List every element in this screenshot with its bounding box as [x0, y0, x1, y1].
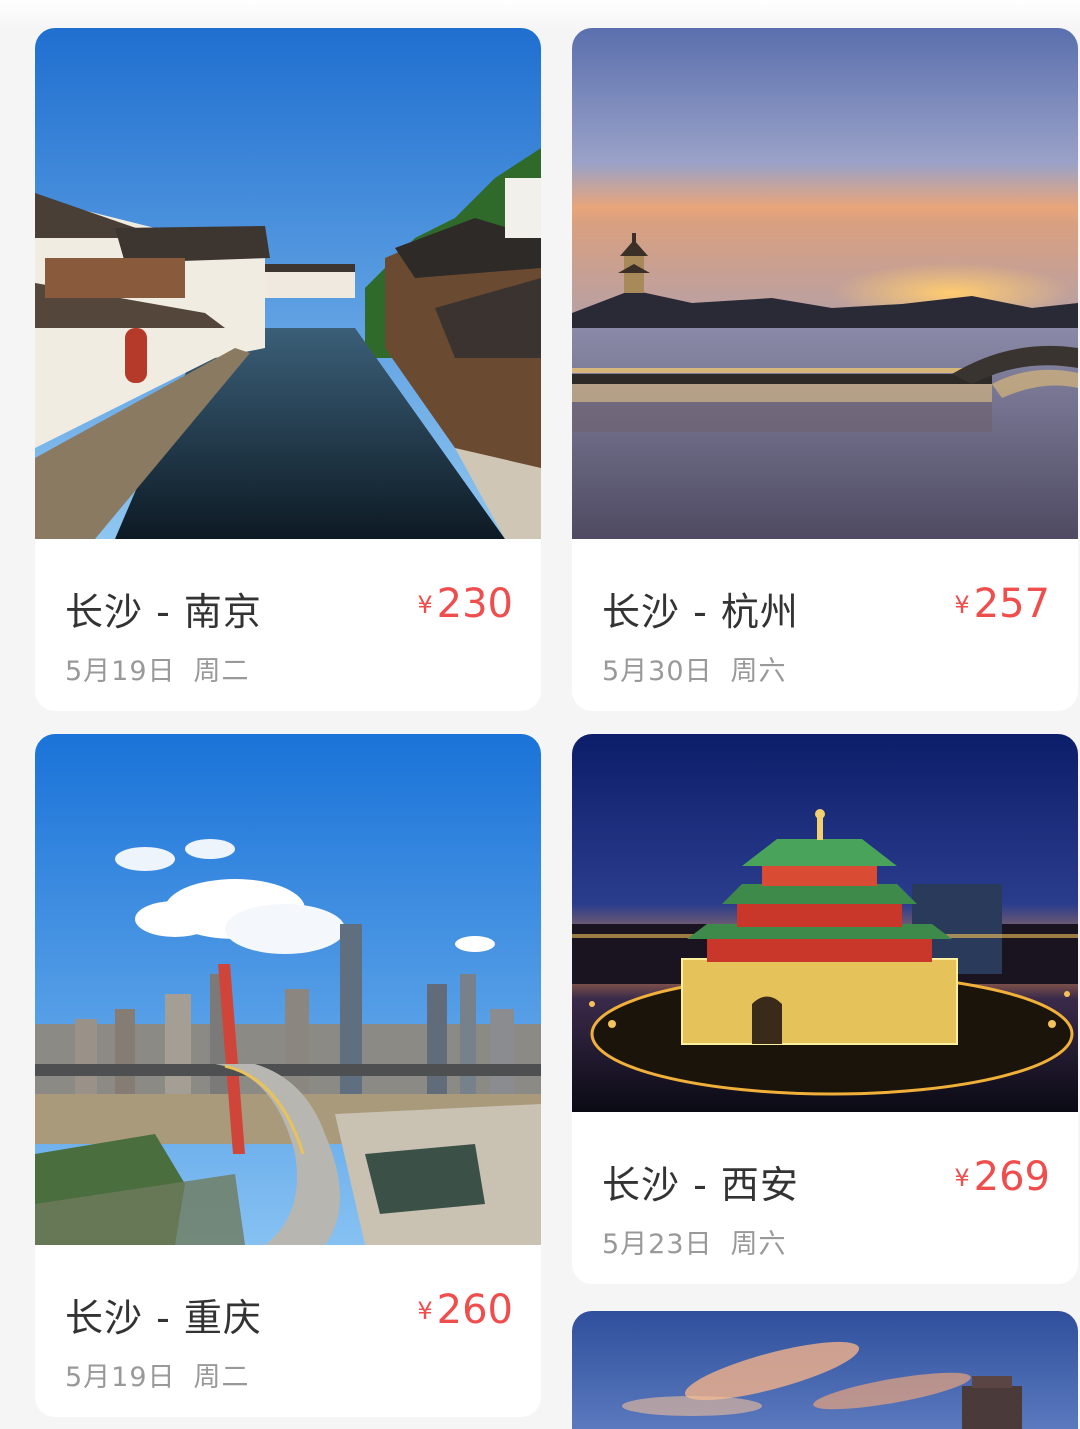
card-info: 长沙 - 重庆 ¥260 5月19日 周二: [35, 1245, 541, 1417]
route-label: 长沙 - 南京: [65, 590, 262, 634]
destination-photo: [35, 28, 541, 539]
price-label: ¥260: [417, 1287, 513, 1333]
departure-date: 5月23日 周六: [602, 1222, 787, 1261]
price-value: 260: [436, 1287, 513, 1333]
departure-date: 5月19日 周二: [65, 649, 250, 688]
destination-photo: [572, 28, 1078, 539]
date-text: 5月19日: [65, 1362, 176, 1393]
destination-photo: [572, 734, 1078, 1112]
weekday-text: 周六: [730, 1229, 787, 1260]
card-info: 长沙 - 西安 ¥269 5月23日 周六: [572, 1112, 1078, 1284]
price-label: ¥269: [954, 1154, 1050, 1200]
flight-deal-card[interactable]: [572, 1311, 1078, 1429]
currency-symbol: ¥: [417, 591, 433, 619]
currency-symbol: ¥: [417, 1297, 433, 1325]
top-fade: [0, 0, 1080, 30]
price-value: 230: [436, 581, 513, 627]
currency-symbol: ¥: [954, 1164, 970, 1192]
card-info: 长沙 - 南京 ¥230 5月19日 周二: [35, 539, 541, 711]
destination-photo: [572, 1311, 1078, 1429]
route-label: 长沙 - 重庆: [65, 1296, 262, 1340]
price-label: ¥230: [417, 581, 513, 627]
date-text: 5月19日: [65, 656, 176, 687]
flight-deal-card[interactable]: 长沙 - 重庆 ¥260 5月19日 周二: [35, 734, 541, 1417]
weekday-text: 周二: [193, 1362, 250, 1393]
destination-photo: [35, 734, 541, 1245]
flight-deal-card[interactable]: 长沙 - 杭州 ¥257 5月30日 周六: [572, 28, 1078, 711]
flight-deal-card[interactable]: 长沙 - 南京 ¥230 5月19日 周二: [35, 28, 541, 711]
date-text: 5月23日: [602, 1229, 713, 1260]
departure-date: 5月30日 周六: [602, 649, 787, 688]
route-label: 长沙 - 杭州: [602, 590, 799, 634]
currency-symbol: ¥: [954, 591, 970, 619]
weekday-text: 周二: [193, 656, 250, 687]
route-label: 长沙 - 西安: [602, 1163, 799, 1207]
card-info: 长沙 - 杭州 ¥257 5月30日 周六: [572, 539, 1078, 711]
price-label: ¥257: [954, 581, 1050, 627]
price-value: 269: [973, 1154, 1050, 1200]
weekday-text: 周六: [730, 656, 787, 687]
price-value: 257: [973, 581, 1050, 627]
date-text: 5月30日: [602, 656, 713, 687]
departure-date: 5月19日 周二: [65, 1355, 250, 1394]
flight-deal-card[interactable]: 长沙 - 西安 ¥269 5月23日 周六: [572, 734, 1078, 1284]
